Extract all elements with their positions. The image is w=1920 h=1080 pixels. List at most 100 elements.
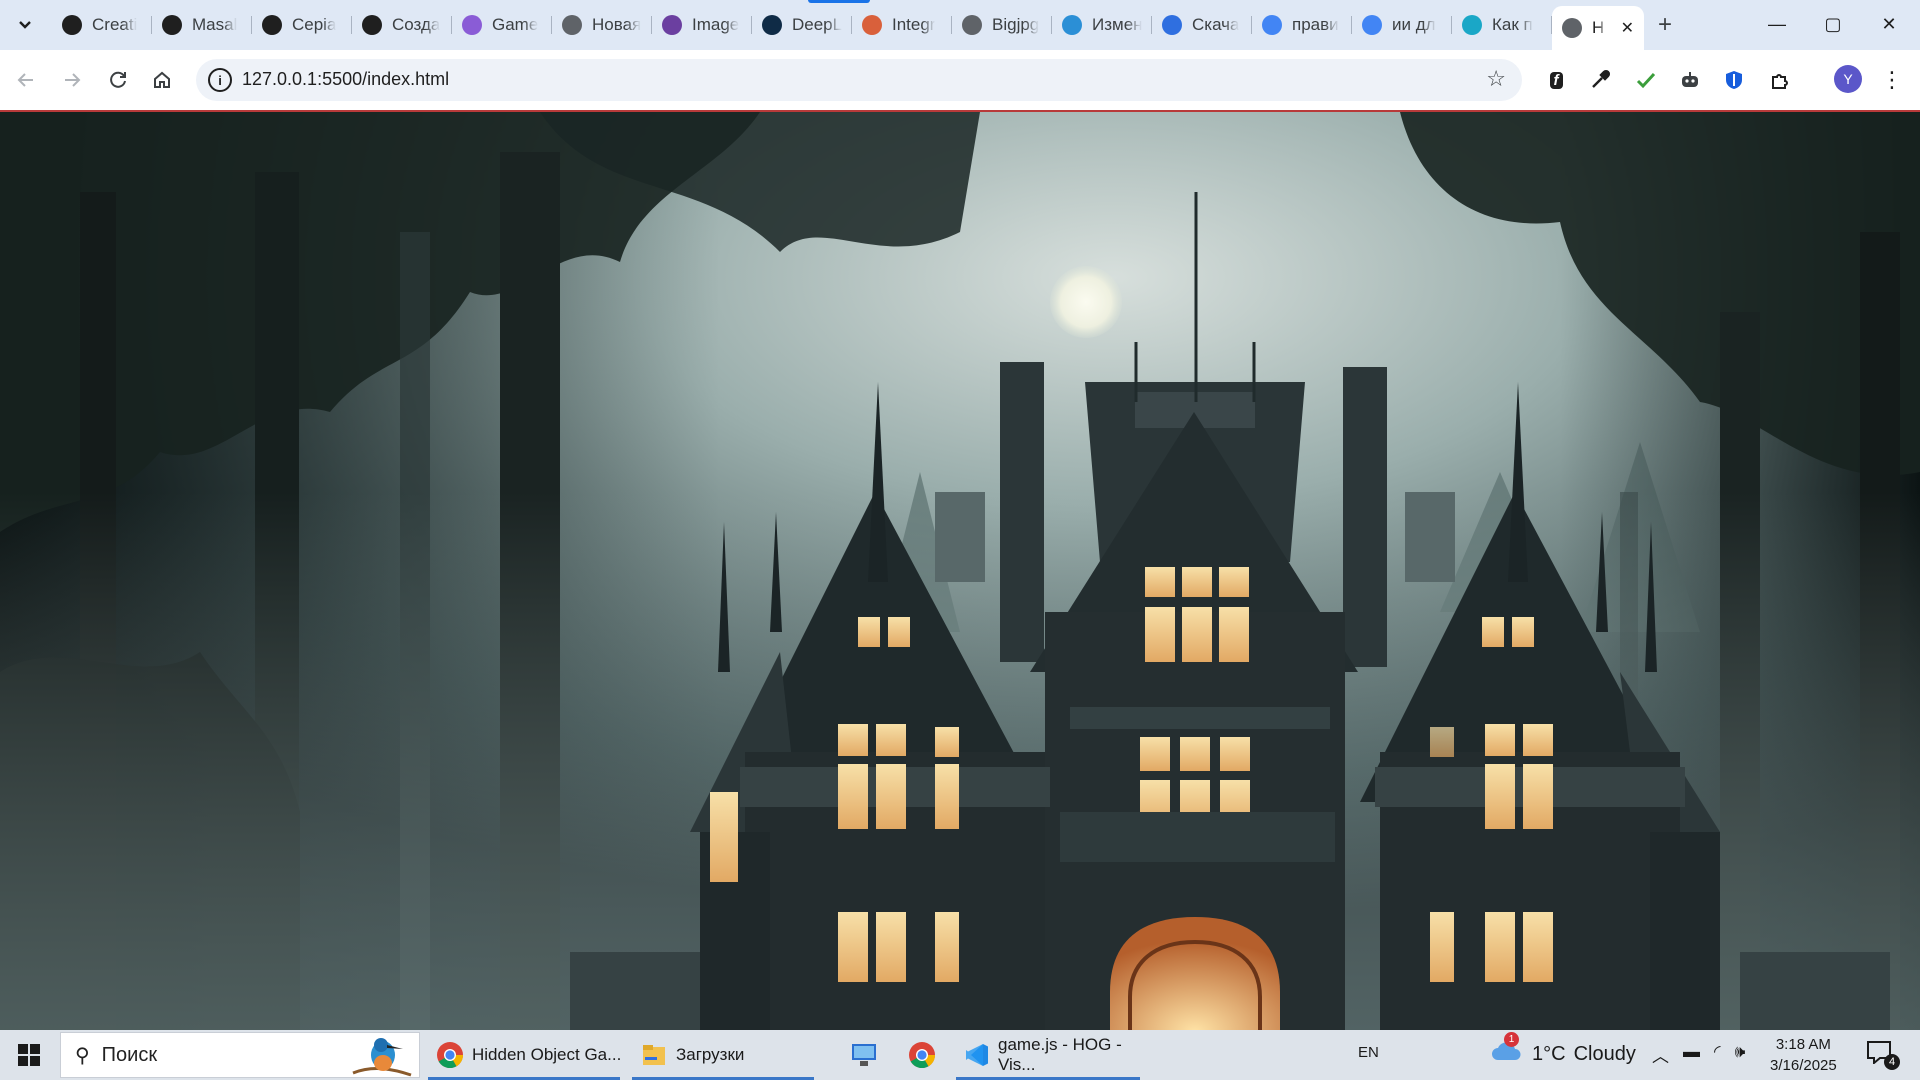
- browser-tab[interactable]: Скача: [1152, 6, 1252, 44]
- browser-tab[interactable]: Созда: [352, 6, 452, 44]
- browser-tab[interactable]: DeepL: [752, 6, 852, 44]
- chevron-down-icon: [19, 21, 31, 29]
- tab-strip: Creati Masal Серіа Созда Game Новая Image DeepL…: [0, 0, 1920, 50]
- clock-date: 3/16/2025: [1770, 1057, 1837, 1074]
- volume-icon[interactable]: 🕪: [1735, 1042, 1746, 1067]
- taskbar-app-chrome-game[interactable]: Hidden Object Ga...: [424, 1030, 624, 1080]
- taskbar-search[interactable]: ⚲ Поиск: [60, 1032, 420, 1078]
- puzzle-icon[interactable]: [1766, 66, 1794, 94]
- notification-center-button[interactable]: 4: [1866, 1040, 1900, 1070]
- browser-tab[interactable]: Integr: [852, 6, 952, 44]
- back-button[interactable]: [8, 62, 44, 98]
- taskbar-app-remote-desktop[interactable]: [838, 1030, 888, 1080]
- sparkle-icon: [1462, 15, 1482, 35]
- home-button[interactable]: [144, 62, 180, 98]
- wifi-icon[interactable]: ◜: [1714, 1042, 1721, 1067]
- tab-label: Скача: [1192, 15, 1240, 34]
- github-icon: [162, 15, 182, 35]
- tab-label: прави: [1292, 15, 1339, 34]
- cloud-bird-icon: [1162, 15, 1182, 35]
- browser-tab[interactable]: Creati: [52, 6, 152, 44]
- browser-toolbar: i 127.0.0.1:5500/index.html ☆ f Y ⋮: [0, 50, 1920, 110]
- tab-label: ии дл: [1392, 15, 1436, 34]
- search-icon: ⚲: [75, 1044, 90, 1067]
- clock-time: 3:18 AM: [1775, 1036, 1831, 1053]
- cloud-icon: 1: [1490, 1032, 1522, 1068]
- maximize-button[interactable]: ▢: [1810, 6, 1856, 42]
- taskbar-app-label: Hidden Object Ga...: [472, 1045, 622, 1064]
- profile-avatar[interactable]: Y: [1834, 65, 1862, 93]
- taskbar-app-vscode[interactable]: game.js - HOG - Vis...: [952, 1030, 1144, 1080]
- reload-button[interactable]: [100, 62, 136, 98]
- site-info-icon[interactable]: i: [208, 68, 232, 92]
- tab-label: H: [1592, 18, 1605, 37]
- browser-tab[interactable]: Bigjpg: [952, 6, 1052, 44]
- leaf-check-icon[interactable]: [1632, 66, 1660, 94]
- chrome-icon: [436, 1041, 464, 1069]
- weather-condition: Cloudy: [1573, 1042, 1636, 1065]
- chevron-up-icon[interactable]: ︿: [1652, 1042, 1669, 1067]
- deepl-icon: [762, 15, 782, 35]
- windows-taskbar: ⚲ Поиск Hidden Object Ga... Загрузки gam…: [0, 1030, 1920, 1080]
- chrome-icon: [908, 1041, 936, 1069]
- windows-logo-icon: [18, 1044, 40, 1066]
- taskbar-app-explorer[interactable]: Загрузки: [628, 1030, 818, 1080]
- url-text[interactable]: 127.0.0.1:5500/index.html: [242, 69, 449, 90]
- tab-label: Новая: [592, 15, 642, 34]
- tab-search-button[interactable]: [6, 8, 44, 42]
- browser-tab[interactable]: ии дл: [1352, 6, 1452, 44]
- eyedropper-icon[interactable]: [1586, 66, 1614, 94]
- tab-loading-indicator: [808, 0, 870, 3]
- weather-widget[interactable]: 1 1°C Cloudy: [1490, 1032, 1636, 1068]
- central-balcony: [1060, 812, 1335, 862]
- forward-button[interactable]: [54, 62, 90, 98]
- notification-count: 4: [1884, 1054, 1900, 1070]
- browser-tab[interactable]: Как п: [1452, 6, 1552, 44]
- browser-tab[interactable]: Новая: [552, 6, 652, 44]
- start-button[interactable]: [0, 1030, 58, 1080]
- haunted-mansion-scene[interactable]: [0, 112, 1920, 1030]
- globe-icon: [1562, 18, 1582, 38]
- browser-menu-button[interactable]: ⋮: [1880, 62, 1904, 98]
- claude-icon: [862, 15, 882, 35]
- browser-tab-active[interactable]: H ✕: [1552, 6, 1644, 50]
- vscode-icon: [964, 1041, 990, 1069]
- kingfisher-illustration-icon: [352, 1038, 412, 1077]
- taskbar-app-chrome[interactable]: [896, 1030, 946, 1080]
- folder-icon: [640, 1041, 668, 1069]
- search-placeholder: Поиск: [101, 1043, 158, 1066]
- fontface-icon[interactable]: f: [1542, 66, 1570, 94]
- browser-tab[interactable]: прави: [1252, 6, 1352, 44]
- minimize-button[interactable]: —: [1754, 6, 1800, 42]
- robot-icon[interactable]: [1676, 66, 1704, 94]
- tab-label: Как п: [1492, 15, 1533, 34]
- system-tray: ︿ ▬ ◜ 🕪: [1652, 1042, 1745, 1067]
- tab-label: Creati: [92, 15, 138, 34]
- browser-tab[interactable]: Измен: [1052, 6, 1152, 44]
- input-language[interactable]: EN: [1358, 1044, 1379, 1061]
- tab-label: Созда: [392, 15, 441, 34]
- openai-icon: [362, 15, 382, 35]
- arrow-left-icon: [17, 73, 33, 87]
- arrow-right-icon: [65, 73, 81, 87]
- bookmark-star-icon[interactable]: ☆: [1486, 66, 1506, 92]
- battery-icon[interactable]: ▬: [1683, 1042, 1700, 1067]
- globe-icon: [562, 15, 582, 35]
- reload-icon: [110, 71, 126, 88]
- address-bar[interactable]: i 127.0.0.1:5500/index.html ☆: [196, 59, 1522, 101]
- tab-label: Integr: [892, 15, 936, 34]
- browser-tab[interactable]: Masal: [152, 6, 252, 44]
- copilot-icon: [62, 15, 82, 35]
- close-tab-icon[interactable]: ✕: [1621, 18, 1634, 38]
- home-icon: [154, 71, 170, 88]
- new-tab-button[interactable]: +: [1650, 10, 1680, 40]
- taskbar-app-label: Загрузки: [676, 1045, 745, 1064]
- tab-label: DeepL: [792, 15, 842, 34]
- spiral-icon: [462, 15, 482, 35]
- browser-tab[interactable]: Image: [652, 6, 752, 44]
- clock[interactable]: 3:18 AM 3/16/2025: [1770, 1034, 1837, 1076]
- close-window-button[interactable]: ✕: [1866, 6, 1912, 42]
- browser-tab[interactable]: Game: [452, 6, 552, 44]
- browser-tab[interactable]: Серіа: [252, 6, 352, 44]
- shield-icon[interactable]: [1720, 66, 1748, 94]
